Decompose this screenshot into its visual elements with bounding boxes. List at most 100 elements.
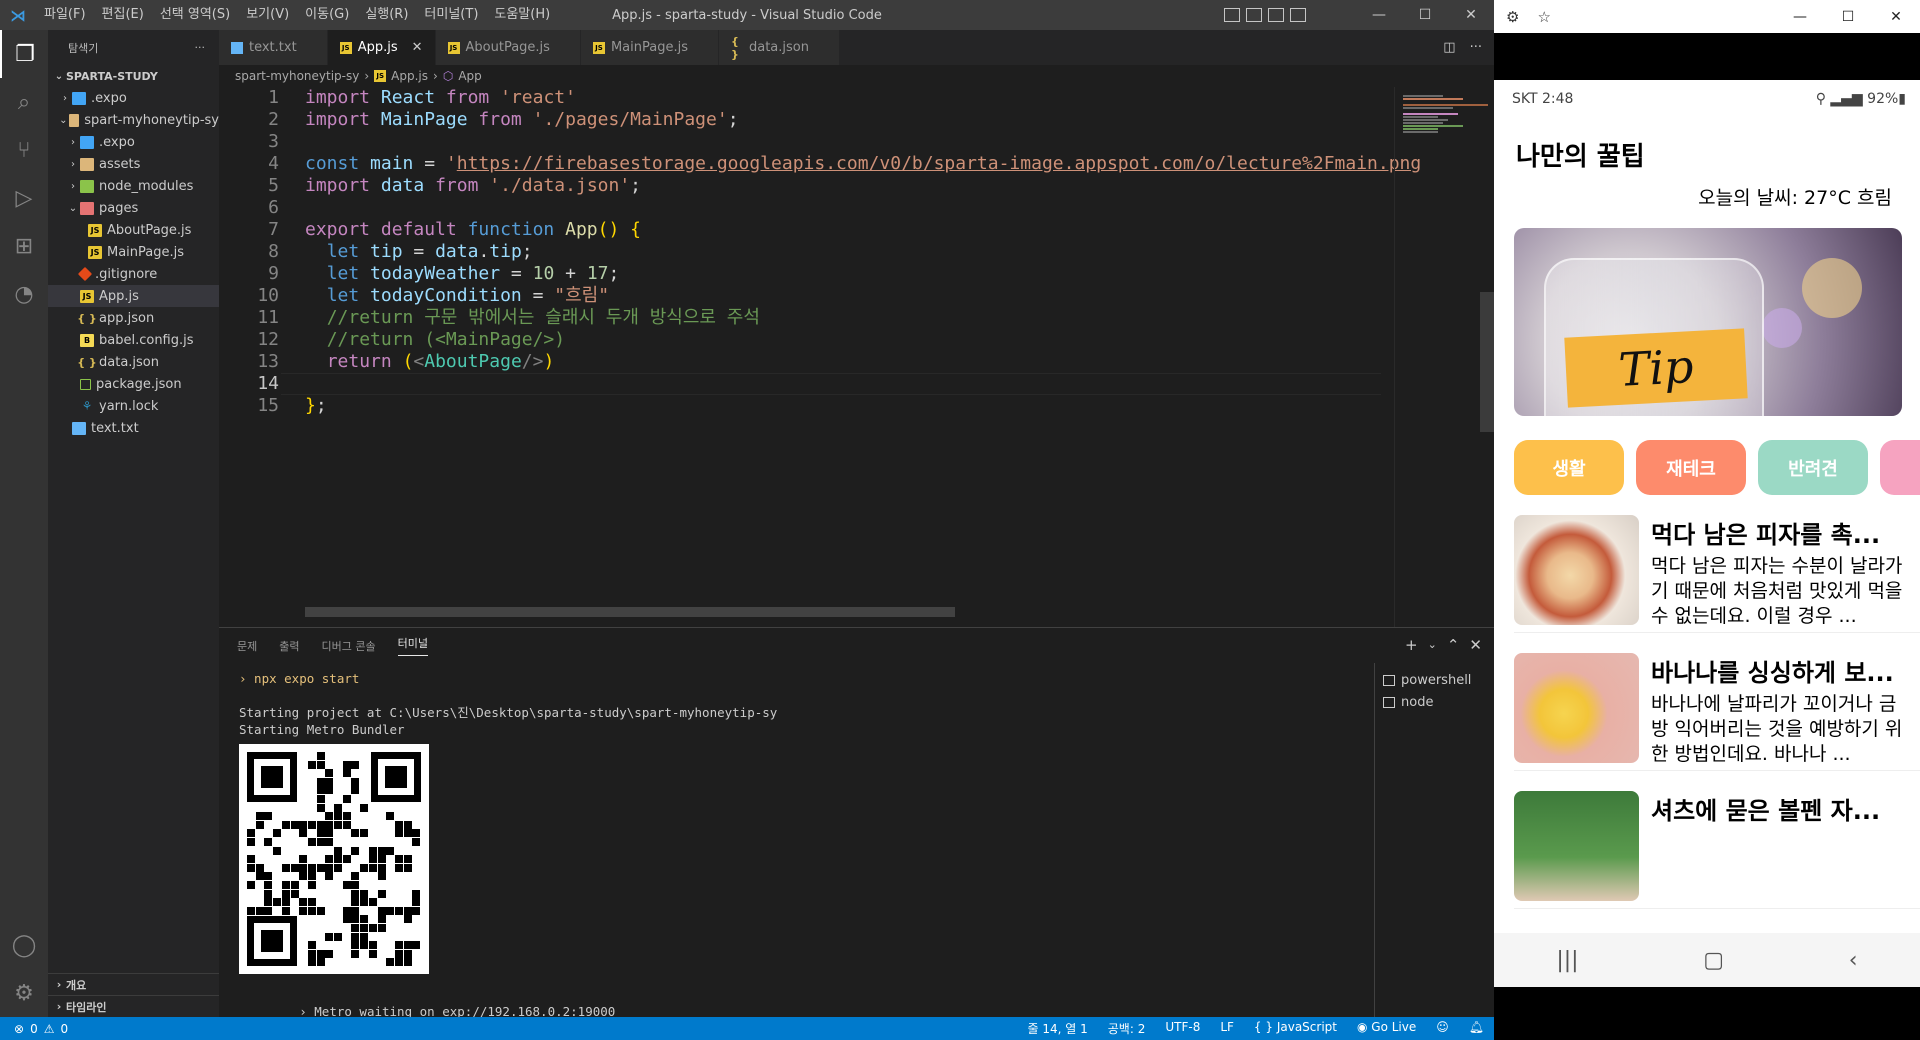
js-file-icon: JS <box>374 70 387 82</box>
tree-item[interactable]: package.json <box>48 373 219 395</box>
horizontal-scrollbar[interactable] <box>305 607 955 617</box>
eol-status[interactable]: LF <box>1220 1020 1234 1037</box>
language-mode[interactable]: { } JavaScript <box>1254 1020 1337 1037</box>
tab-close-icon[interactable]: ✕ <box>412 40 423 55</box>
tree-item[interactable]: { } data.json <box>48 351 219 373</box>
minimap[interactable] <box>1394 87 1494 627</box>
encoding-status[interactable]: UTF-8 <box>1165 1020 1200 1037</box>
category-button-partial[interactable] <box>1880 440 1920 495</box>
panel-tab[interactable]: 디버그 콘솔 <box>322 638 376 654</box>
toggle-sidebar-icon[interactable] <box>1224 8 1240 22</box>
recent-apps-icon[interactable]: ||| <box>1556 948 1578 973</box>
menu-item[interactable]: 도움말(H) <box>486 0 558 30</box>
tree-item[interactable]: JS AboutPage.js <box>48 219 219 241</box>
new-terminal-icon[interactable]: + <box>1405 636 1418 654</box>
back-icon[interactable]: ‹ <box>1849 948 1858 973</box>
terminal-item-powershell[interactable]: powershell <box>1383 669 1486 691</box>
pin-star-icon[interactable]: ☆ <box>1537 8 1550 26</box>
panel-tab[interactable]: 문제 <box>237 638 257 654</box>
breadcrumb-file[interactable]: App.js <box>391 69 428 83</box>
problems-status[interactable]: ⊗ 0 ⚠ 0 <box>0 1022 68 1036</box>
breadcrumb-symbol[interactable]: App <box>458 69 481 83</box>
tab-text-txt[interactable]: text.txt <box>219 30 328 65</box>
menu-item[interactable]: 보기(V) <box>238 0 297 30</box>
vertical-scrollbar[interactable] <box>1480 292 1494 432</box>
tab-data-json[interactable]: { } data.json <box>718 30 840 65</box>
code-editor[interactable]: 1 import React from 'react' 2 import MainPa… <box>219 87 1494 627</box>
android-status-bar: SKT 2:48 ⚲ ▂▄▆ 92%▮ <box>1494 80 1920 118</box>
tree-item[interactable]: JS MainPage.js <box>48 241 219 263</box>
source-control-icon[interactable]: ⑂ <box>0 126 48 174</box>
workspace-root[interactable]: ⌄ SPARTA-STUDY <box>48 65 219 87</box>
close-panel-icon[interactable]: ✕ <box>1469 636 1482 654</box>
editor-more-icon[interactable]: ··· <box>1470 40 1482 55</box>
tree-item[interactable]: { } app.json <box>48 307 219 329</box>
panel-tab[interactable]: 출력 <box>279 638 299 654</box>
extensions-icon[interactable]: ⊞ <box>0 222 48 270</box>
tip-card[interactable]: 셔츠에 묻은 볼펜 자... <box>1514 791 1920 909</box>
terminal-dropdown-icon[interactable]: ⌄ <box>1428 636 1437 654</box>
terminal-item-node[interactable]: node <box>1383 691 1486 713</box>
notifications-bell-icon[interactable]: 🔔︎ <box>1469 1020 1484 1037</box>
run-debug-icon[interactable]: ▷ <box>0 174 48 222</box>
breadcrumb-folder[interactable]: spart-myhoneytip-sy <box>235 69 359 83</box>
account-icon[interactable]: ◯ <box>0 921 48 969</box>
category-button[interactable]: 반려견 <box>1758 440 1868 495</box>
more-actions-icon[interactable]: ··· <box>195 41 206 54</box>
menu-item[interactable]: 파일(F) <box>36 0 94 30</box>
split-editor-icon[interactable]: ◫ <box>1443 40 1455 55</box>
tree-item[interactable]: › .expo <box>48 131 219 153</box>
timeline-section[interactable]: › 타임라인 <box>48 995 219 1017</box>
maximize-panel-icon[interactable]: ⌃ <box>1447 636 1460 654</box>
cursor-position[interactable]: 줄 14, 열 1 <box>1028 1020 1088 1037</box>
tree-item[interactable]: Bbabel.config.js <box>48 329 219 351</box>
edge-devtools-icon[interactable]: ◔ <box>0 270 48 318</box>
text-file-icon <box>231 41 243 54</box>
customize-layout-icon[interactable] <box>1290 8 1306 22</box>
maximize-icon[interactable]: ☐ <box>1824 9 1872 25</box>
category-button[interactable]: 재테크 <box>1636 440 1746 495</box>
tree-item[interactable]: ⚘ yarn.lock <box>48 395 219 417</box>
tree-item[interactable]: › .expo <box>48 87 219 109</box>
feedback-icon[interactable]: ☺ <box>1436 1020 1449 1037</box>
category-button[interactable]: 생활 <box>1514 440 1624 495</box>
close-icon[interactable]: ✕ <box>1448 0 1494 30</box>
minimize-icon[interactable]: — <box>1356 0 1402 30</box>
tree-item[interactable]: text.txt <box>48 417 219 439</box>
minimize-icon[interactable]: — <box>1776 9 1824 25</box>
explorer-icon[interactable]: ❐ <box>0 30 48 78</box>
menu-item[interactable]: 선택 영역(S) <box>152 0 238 30</box>
maximize-icon[interactable]: ☐ <box>1402 0 1448 30</box>
tree-item[interactable]: ⌄ spart-myhoneytip-sy <box>48 109 219 131</box>
panel-tab[interactable]: 터미널 <box>397 635 428 656</box>
tab-mainpage-js[interactable]: JS MainPage.js <box>580 30 719 65</box>
tab-aboutpage-js[interactable]: JS AboutPage.js <box>435 30 581 65</box>
settings-gear-icon[interactable]: ⚙ <box>0 969 48 1017</box>
menu-item[interactable]: 편집(E) <box>94 0 152 30</box>
menu-item[interactable]: 터미널(T) <box>416 0 486 30</box>
terminal-output[interactable]: › npx expo start Starting project at C:\… <box>239 670 1339 1019</box>
outline-section[interactable]: › 개요 <box>48 973 219 995</box>
tip-card[interactable]: 먹다 남은 피자를 촉... 먹다 남은 피자는 수분이 날라가기 때문에 처음처… <box>1514 515 1920 633</box>
go-live-button[interactable]: ◉ Go Live <box>1357 1020 1416 1037</box>
tree-item[interactable]: › node_modules <box>48 175 219 197</box>
tree-item[interactable]: ⌄ pages <box>48 197 219 219</box>
toggle-secondary-sidebar-icon[interactable] <box>1268 8 1284 22</box>
tab-app-js[interactable]: JS App.js ✕ <box>327 30 436 65</box>
category-buttons: 생활 재테크 반려견 <box>1514 440 1920 495</box>
indentation-status[interactable]: 공백: 2 <box>1108 1020 1146 1037</box>
code-text: return (<AboutPage/>) <box>305 351 555 373</box>
close-icon[interactable]: ✕ <box>1872 9 1920 25</box>
menu-item[interactable]: 실행(R) <box>357 0 416 30</box>
tree-item[interactable]: .gitignore <box>48 263 219 285</box>
explorer-header: 탐색기 ··· <box>48 30 219 65</box>
code-token: . <box>478 241 490 262</box>
home-icon[interactable]: ▢ <box>1703 948 1724 973</box>
emulator-settings-icon[interactable]: ⚙ <box>1506 8 1519 26</box>
search-icon[interactable]: ⌕ <box>0 78 48 126</box>
tip-card[interactable]: 바나나를 싱싱하게 보... 바나나에 날파리가 꼬이거나 금방 익어버리는 것을… <box>1514 653 1920 771</box>
menu-item[interactable]: 이동(G) <box>297 0 357 30</box>
tree-item[interactable]: JS App.js <box>48 285 219 307</box>
tree-item[interactable]: › assets <box>48 153 219 175</box>
toggle-panel-icon[interactable] <box>1246 8 1262 22</box>
